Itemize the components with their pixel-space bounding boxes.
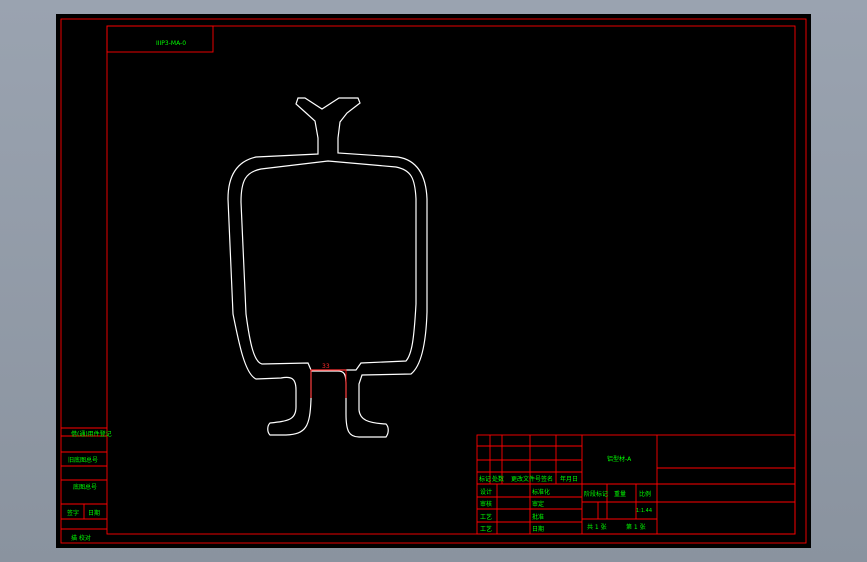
tb-weight: 重量 <box>614 490 626 498</box>
aluminum-profile: 33 <box>227 97 428 438</box>
tb-standard: 标准化 <box>532 488 550 496</box>
tb-date-2: 日期 <box>532 525 544 533</box>
tb-approve: 审定 <box>532 500 544 508</box>
tb-change-doc: 更改文件号 <box>511 475 541 483</box>
inner-border <box>106 25 796 535</box>
outer-border <box>60 18 807 544</box>
left-strip: 借(通)用件登记 旧底图总号 底图总号 签字 日期 描 校对 <box>61 427 112 542</box>
drawing-sheet: IIIP3-MA-0 借(通)用件登记 旧底图总号 底图总号 签字 日期 描 校… <box>56 14 811 548</box>
strip-label-bottom: 描 校对 <box>71 534 91 542</box>
tb-count: 处数 <box>492 475 504 483</box>
code-box <box>106 25 214 53</box>
tb-sign: 签名 <box>541 475 553 483</box>
title-block: 铝型材-A 标记 处数 更改文件号 签名 年月日 设计 标准化 审核 审定 工艺… <box>476 434 796 535</box>
slot-dimension <box>310 369 347 398</box>
tb-design: 设计 <box>480 488 492 496</box>
strip-label-sign: 签字 <box>67 509 79 517</box>
strip-label-1: 借(通)用件登记 <box>71 430 112 438</box>
tb-scale: 比例 <box>639 490 651 498</box>
title-text: 铝型材-A <box>607 455 632 463</box>
strip-label-2: 旧底图总号 <box>68 456 98 464</box>
tb-scale-value: 1:1.44 <box>636 508 652 514</box>
tb-sheet-total: 共 1 张 <box>587 523 607 531</box>
tb-sheet-no: 第 1 张 <box>626 523 646 531</box>
strip-label-3: 底图总号 <box>73 483 97 491</box>
tb-ratify: 批准 <box>532 513 544 521</box>
tb-stage-mark: 阶段标记 <box>584 490 608 498</box>
tb-craft-2: 工艺 <box>480 525 492 533</box>
tb-mark: 标记 <box>479 475 491 483</box>
dimension-label: 33 <box>322 363 330 370</box>
code-box-text: IIIP3-MA-0 <box>156 40 186 47</box>
tb-date: 年月日 <box>560 475 578 483</box>
tb-check: 审核 <box>480 500 492 508</box>
cad-drawing: IIIP3-MA-0 借(通)用件登记 旧底图总号 底图总号 签字 日期 描 校… <box>60 18 807 544</box>
strip-label-date: 日期 <box>88 509 100 517</box>
tb-craft: 工艺 <box>480 513 492 521</box>
